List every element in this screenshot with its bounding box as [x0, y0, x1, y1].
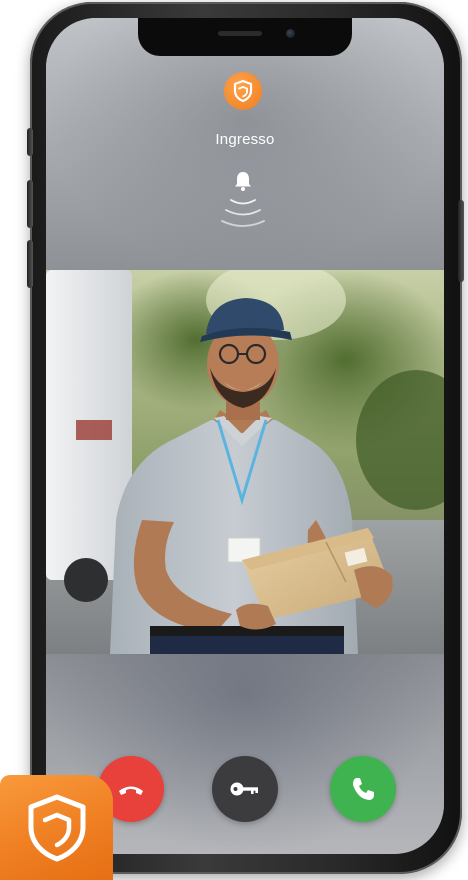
- video-feed[interactable]: [46, 270, 444, 654]
- accept-call-button[interactable]: [330, 756, 396, 822]
- front-camera: [286, 29, 295, 38]
- mute-switch: [27, 128, 33, 156]
- video-frame: [46, 270, 444, 654]
- power-button: [458, 200, 464, 282]
- unlock-door-button[interactable]: [212, 756, 278, 822]
- phone-screen: Ingresso: [46, 18, 444, 854]
- ringing-waves-icon: [221, 199, 265, 227]
- volume-up-button: [27, 180, 33, 228]
- key-icon: [230, 782, 258, 796]
- shield-icon: [28, 794, 85, 861]
- earpiece-speaker: [218, 31, 262, 36]
- bell-icon: [235, 172, 251, 191]
- door-name: Ingresso: [215, 131, 275, 148]
- phone-icon: [353, 778, 374, 800]
- app-logo: [0, 775, 113, 880]
- shield-icon: [224, 72, 262, 110]
- phone-hangup-icon: [119, 786, 143, 795]
- notch: [138, 18, 352, 56]
- volume-down-button: [27, 240, 33, 288]
- stage: Ingresso: [0, 0, 468, 880]
